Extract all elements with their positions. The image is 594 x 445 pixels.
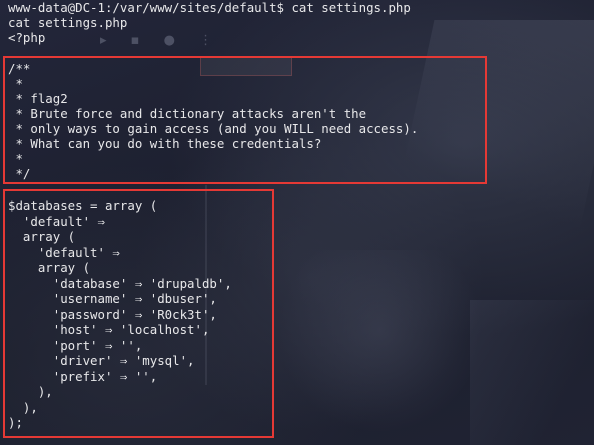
code-line: ), bbox=[8, 399, 38, 415]
comment-line: * bbox=[8, 76, 23, 91]
php-open-tag: <?php bbox=[8, 30, 46, 45]
code-line: 'host' ⇒ 'localhost', bbox=[8, 322, 210, 337]
code-line: 'default' ⇒ bbox=[8, 244, 120, 260]
wallpaper-shape bbox=[470, 300, 594, 445]
prompt-line: www-data@DC-1:/var/www/sites/default$ ca… bbox=[8, 0, 411, 15]
comment-line: * bbox=[8, 151, 23, 166]
code-line: 'database' ⇒ 'drupaldb', bbox=[8, 275, 232, 291]
code-line: array ( bbox=[8, 260, 91, 275]
code-line: ), bbox=[8, 384, 53, 399]
wallpaper-shape bbox=[280, 250, 480, 445]
comment-line: * only ways to gain access (and you WILL… bbox=[8, 121, 419, 136]
code-line: $databases = array ( bbox=[8, 198, 158, 213]
command-echo: cat settings.php bbox=[8, 15, 128, 30]
comment-line: * What can you do with these credentials… bbox=[8, 136, 322, 151]
code-line: 'username' ⇒ 'dbuser', bbox=[8, 291, 217, 306]
code-line: 'driver' ⇒ 'mysql', bbox=[8, 353, 195, 368]
code-line: 'port' ⇒ '', bbox=[8, 337, 143, 353]
code-line: array ( bbox=[8, 229, 76, 244]
comment-line: * Brute force and dictionary attacks are… bbox=[8, 106, 367, 121]
comment-line: */ bbox=[8, 166, 31, 181]
comment-line: /** bbox=[8, 61, 31, 76]
background-ghost-toolbar: ▸ ▪ ● ⋮ bbox=[100, 33, 223, 48]
comment-line: * flag2 bbox=[8, 91, 68, 106]
code-line: 'prefix' ⇒ '', bbox=[8, 368, 158, 384]
code-line: 'default' ⇒ bbox=[8, 213, 105, 229]
terminal-window[interactable]: ▸ ▪ ● ⋮ www-data@DC-1:/var/www/sites/def… bbox=[0, 0, 594, 445]
code-line: 'password' ⇒ 'R0ck3t', bbox=[8, 306, 217, 322]
code-line: ); bbox=[8, 415, 23, 430]
